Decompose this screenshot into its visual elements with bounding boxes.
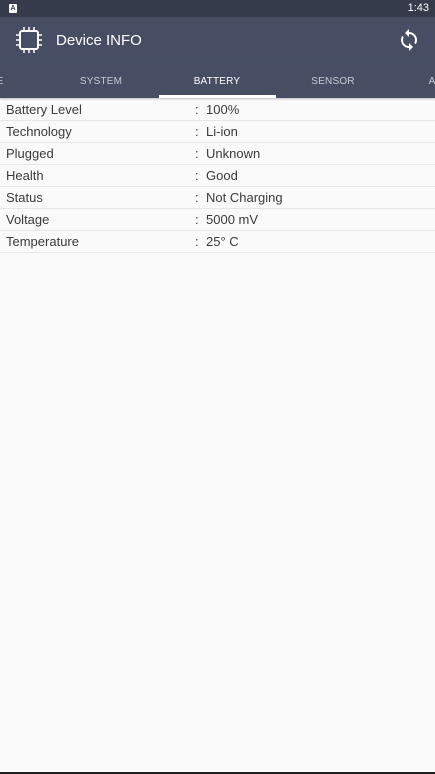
info-separator: : [195, 168, 199, 183]
info-row-status: Status : Not Charging [0, 187, 435, 209]
status-time: 1:43 [407, 2, 429, 14]
info-row-technology: Technology : Li-ion [0, 121, 435, 143]
info-label: Voltage [6, 212, 50, 227]
info-row-temperature: Temperature : 25° C [0, 231, 435, 253]
cpu-chip-icon [16, 27, 42, 53]
status-bar: A 1:43 [0, 0, 435, 17]
tab-a[interactable]: A [374, 65, 435, 98]
info-separator: : [195, 146, 199, 161]
info-value: 5000 mV [206, 212, 259, 227]
info-row-voltage: Voltage : 5000 mV [0, 209, 435, 231]
info-label: Status [6, 190, 43, 205]
info-label: Battery Level [6, 102, 82, 117]
notification-icon: A [9, 4, 17, 13]
info-value: Li-ion [206, 124, 238, 139]
tab-bar: E SYSTEM BATTERY SENSOR A [0, 65, 435, 98]
info-value: 25° C [206, 234, 239, 249]
info-row-battery-level: Battery Level : 100% [0, 99, 435, 121]
info-value: Not Charging [206, 190, 283, 205]
app-bar: Device INFO [0, 17, 435, 65]
info-separator: : [195, 234, 199, 249]
tab-system[interactable]: SYSTEM [43, 65, 159, 98]
info-row-health: Health : Good [0, 165, 435, 187]
active-tab-indicator [159, 95, 276, 98]
refresh-icon[interactable] [397, 28, 421, 52]
info-label: Temperature [6, 234, 79, 249]
info-separator: : [195, 190, 199, 205]
info-value: 100% [206, 102, 240, 117]
info-value: Unknown [206, 146, 261, 161]
app-title: Device INFO [56, 32, 142, 49]
info-value: Good [206, 168, 238, 183]
info-separator: : [195, 102, 199, 117]
info-label: Plugged [6, 146, 54, 161]
battery-info-list: Battery Level : 100% Technology : Li-ion… [0, 99, 435, 253]
info-label: Technology [6, 124, 72, 139]
info-label: Health [6, 168, 44, 183]
info-separator: : [195, 212, 199, 227]
tab-battery[interactable]: BATTERY [159, 65, 275, 98]
info-row-plugged: Plugged : Unknown [0, 143, 435, 165]
info-separator: : [195, 124, 199, 139]
